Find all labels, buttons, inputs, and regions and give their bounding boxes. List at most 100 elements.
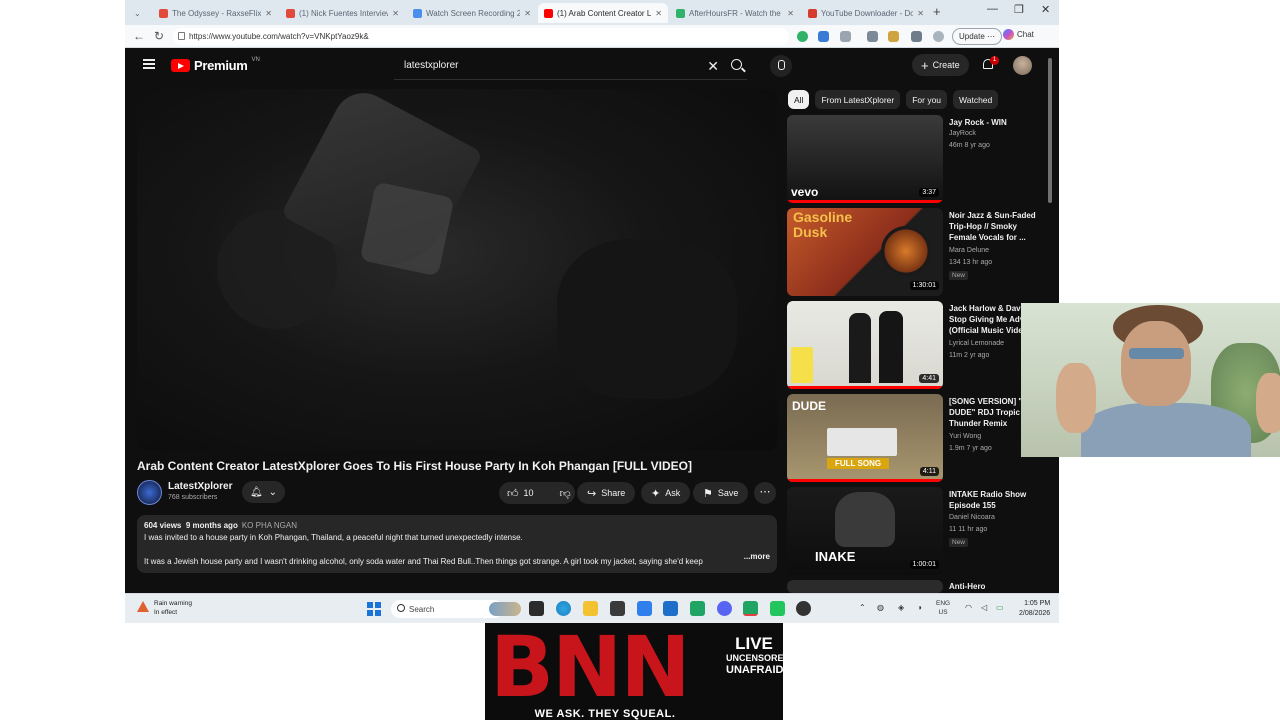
wifi-icon[interactable]: ◠	[965, 603, 972, 612]
extension-icon[interactable]	[911, 31, 922, 42]
tab-actions-button[interactable]: ⌄	[128, 3, 150, 23]
recommended-video[interactable]: 4:41 Jack Harlow & Dave - Stop Giving Me…	[787, 301, 1047, 389]
scrollbar-thumb[interactable]	[1048, 58, 1052, 203]
recommended-channel[interactable]: Lyrical Lemonade	[949, 340, 1004, 347]
recommended-channel[interactable]: JayRock	[949, 130, 976, 137]
tab-1[interactable]: The Odyssey - RaxseFlix - H✕	[153, 3, 278, 23]
restore-button[interactable]: ❐	[1014, 3, 1024, 16]
recommended-video[interactable]: DUDE FULL SONG 4:11 [SONG VERSION] "I'm …	[787, 394, 1047, 482]
video-thumbnail[interactable]: DUDE FULL SONG 4:11	[787, 394, 943, 482]
weather-widget[interactable]: Rain warning In effect	[137, 599, 192, 617]
clear-search-icon[interactable]: ✕	[707, 58, 719, 75]
recommended-video[interactable]: Gasoline Dusk 1:30:01 Noir Jazz & Sun-Fa…	[787, 208, 1047, 296]
back-button[interactable]: ←	[133, 29, 145, 43]
sheets-icon[interactable]	[690, 601, 705, 616]
new-tab-button[interactable]: +	[933, 4, 941, 19]
language-code: ENG	[936, 600, 951, 607]
close-window-button[interactable]: ✕	[1041, 3, 1050, 16]
video-thumbnail[interactable]: 4:41	[787, 301, 943, 389]
video-thumbnail[interactable]	[787, 580, 943, 593]
more-actions-button[interactable]: ⋯	[754, 482, 776, 504]
video-thumbnail[interactable]: vevo 3:37	[787, 115, 943, 203]
copilot-chat-button[interactable]: Chat	[1003, 29, 1034, 40]
account-avatar[interactable]	[1013, 56, 1032, 75]
watched-progress-bar	[787, 200, 943, 203]
chip-all[interactable]: All	[788, 90, 810, 109]
recommended-channel[interactable]: Yuri Wong	[949, 433, 981, 440]
file-explorer-icon[interactable]	[583, 601, 598, 616]
extension-icon[interactable]	[840, 31, 851, 42]
dislike-button[interactable]: 👎︎	[552, 482, 579, 504]
chevron-down-icon: ⌄	[134, 8, 141, 18]
ask-button[interactable]: ✦ Ask	[641, 482, 691, 504]
task-view-icon[interactable]	[529, 601, 544, 616]
close-icon[interactable]: ✕	[265, 9, 272, 18]
tab-6[interactable]: YouTube Downloader - Down✕	[802, 3, 930, 23]
recommended-video[interactable]: INAKE 1:00:01 INTAKE Radio Show Episode …	[787, 487, 1047, 575]
recommended-channel[interactable]: Daniel Nicoara	[949, 514, 995, 521]
close-icon[interactable]: ✕	[917, 9, 924, 18]
refresh-button[interactable]: ↻	[154, 29, 164, 43]
tab-5[interactable]: AfterHoursFR - Watch the V ✕	[670, 3, 800, 23]
recommended-video[interactable]: Anti-Hero	[787, 580, 1047, 593]
create-button[interactable]: + Create	[912, 54, 969, 76]
share-button[interactable]: ↪ Share	[577, 482, 636, 504]
language-indicator[interactable]: ENG US	[936, 599, 950, 617]
youtube-logo[interactable]: Premium VN	[171, 57, 260, 73]
like-count: 10	[523, 488, 534, 498]
chip-for-you[interactable]: For you	[906, 90, 948, 109]
video-thumbnail[interactable]: Gasoline Dusk 1:30:01	[787, 208, 943, 296]
description-box[interactable]: 604 views 9 months ago KO PHA NGAN I was …	[137, 515, 777, 573]
start-button[interactable]	[367, 602, 381, 616]
profile-icon[interactable]	[933, 31, 944, 42]
video-thumbnail[interactable]: INAKE 1:00:01	[787, 487, 943, 575]
search-input[interactable]: latestxplorer ✕	[394, 52, 747, 80]
speaker-icon[interactable]: ◁	[981, 603, 987, 612]
update-button[interactable]: Update ⋯	[952, 28, 1003, 45]
terminal-icon[interactable]	[770, 601, 785, 616]
volume-tray-icon[interactable]: ◑	[917, 603, 922, 612]
tray-app-icon[interactable]: ◍	[877, 603, 884, 612]
tab-2[interactable]: (1) Nick Fuentes Interview (2 ✕	[280, 3, 405, 23]
outlook-icon[interactable]	[663, 601, 678, 616]
recommended-video[interactable]: vevo 3:37 Jay Rock - WIN JayRock 46m 8 y…	[787, 115, 1047, 203]
close-icon[interactable]: ✕	[392, 9, 399, 18]
voice-search-icon[interactable]	[770, 55, 792, 77]
microphone-icon[interactable]: ◈	[898, 603, 904, 612]
url-field[interactable]: https://www.youtube.com/watch?v=VNKptYao…	[173, 28, 789, 45]
menu-icon[interactable]	[143, 59, 155, 69]
close-icon[interactable]: ✕	[524, 9, 531, 18]
taskbar-search[interactable]: Search	[391, 600, 503, 618]
channel-avatar[interactable]	[137, 480, 162, 505]
save-button[interactable]: ⚑ Save	[693, 482, 749, 504]
tab-4-active[interactable]: (1) Arab Content Creator Late✕	[538, 3, 668, 23]
subscribed-button[interactable]: 🔔︎ ⌄	[242, 481, 285, 503]
extension-icon[interactable]	[867, 31, 878, 42]
favorites-icon[interactable]	[888, 31, 899, 42]
sheets-icon[interactable]	[743, 601, 758, 616]
taskbar-clock[interactable]: 1:05 PM 2/08/2026	[1019, 599, 1050, 619]
discord-icon[interactable]	[717, 601, 732, 616]
video-player[interactable]	[137, 89, 777, 450]
close-icon[interactable]: ✕	[787, 9, 794, 18]
minimize-button[interactable]: —	[987, 3, 998, 15]
close-icon[interactable]: ✕	[655, 9, 662, 18]
location-tag[interactable]: KO PHA NGAN	[242, 521, 297, 530]
chevron-up-icon[interactable]: ⌃	[859, 603, 866, 612]
store-icon[interactable]	[637, 601, 652, 616]
chip-from-channel[interactable]: From LatestXplorer	[815, 90, 901, 109]
media-player-icon[interactable]	[796, 601, 811, 616]
tab-3[interactable]: Watch Screen Recording 202 ✕	[407, 3, 537, 23]
chip-watched[interactable]: Watched	[953, 90, 999, 109]
battery-icon[interactable]: ▭	[996, 603, 1004, 612]
vinyl-record-image	[881, 226, 931, 276]
capcut-icon[interactable]	[610, 601, 625, 616]
edge-browser-icon[interactable]	[556, 601, 571, 616]
like-button[interactable]: 👍︎ 10	[499, 482, 542, 504]
channel-name[interactable]: LatestXplorer	[168, 481, 232, 492]
extension-icon[interactable]	[797, 31, 808, 42]
show-more-link[interactable]: ...more	[739, 551, 770, 563]
search-icon[interactable]	[731, 59, 742, 70]
extension-icon[interactable]	[818, 31, 829, 42]
recommended-channel[interactable]: Mara Delune	[949, 247, 989, 254]
